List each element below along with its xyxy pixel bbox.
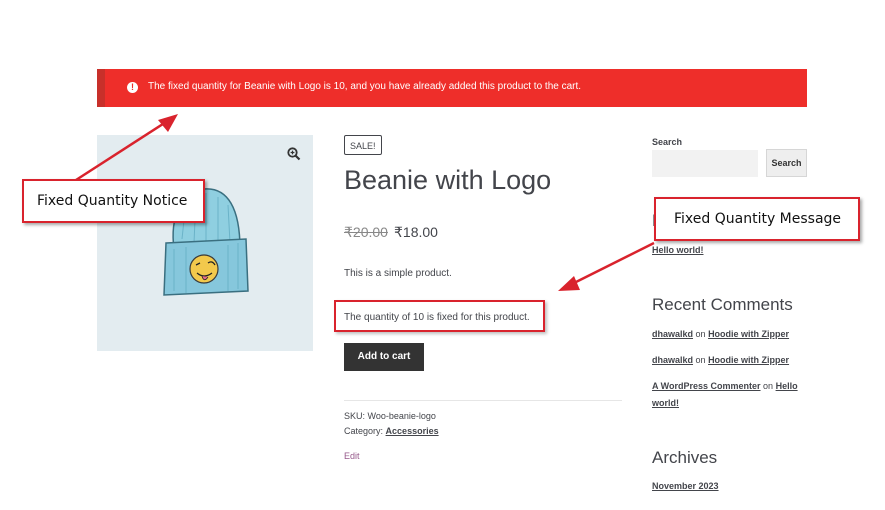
category-link[interactable]: Accessories bbox=[386, 426, 439, 436]
product-image[interactable] bbox=[97, 135, 313, 351]
category-label: Category: bbox=[344, 426, 384, 436]
comment-post-link[interactable]: Hello bbox=[776, 381, 798, 391]
quantity-message-highlight bbox=[334, 300, 545, 332]
sale-price: ₹18.00 bbox=[394, 224, 438, 240]
search-label: Search bbox=[652, 137, 683, 147]
search-input[interactable] bbox=[652, 150, 758, 177]
edit-link[interactable]: Edit bbox=[344, 451, 360, 461]
comment-on-text: on bbox=[695, 355, 706, 365]
comment-author-link[interactable]: dhawalkd bbox=[652, 355, 693, 365]
sku-label: SKU: bbox=[344, 411, 366, 421]
archives-heading: Archives bbox=[652, 448, 718, 467]
comment-item: A WordPress Commenter on Hello bbox=[652, 381, 798, 391]
recent-comments-heading: Recent Comments bbox=[652, 295, 793, 314]
notice-text: The fixed quantity for Beanie with Logo … bbox=[148, 81, 582, 92]
regular-price: ₹20.00 bbox=[344, 224, 388, 240]
fixed-quantity-notice-callout: Fixed Quantity Notice bbox=[22, 179, 205, 223]
archive-link[interactable]: November 2023 bbox=[652, 481, 719, 491]
product-category: Category: Accessories bbox=[344, 426, 439, 436]
comment-post-link[interactable]: world! bbox=[652, 398, 679, 408]
comment-post-link[interactable]: Hoodie with Zipper bbox=[708, 329, 789, 339]
comment-post-link[interactable]: Hoodie with Zipper bbox=[708, 355, 789, 365]
error-notice: ! The fixed quantity for Beanie with Log… bbox=[97, 69, 807, 107]
search-button[interactable]: Search bbox=[766, 149, 807, 177]
sku-value: Woo-beanie-logo bbox=[367, 411, 436, 421]
recent-post-link[interactable]: Hello world! bbox=[652, 245, 704, 255]
comment-item: dhawalkd on Hoodie with Zipper bbox=[652, 329, 789, 339]
message-callout-label: Fixed Quantity Message bbox=[674, 211, 842, 227]
comment-item: dhawalkd on Hoodie with Zipper bbox=[652, 355, 789, 365]
product-sku: SKU: Woo-beanie-logo bbox=[344, 411, 436, 421]
product-title: Beanie with Logo bbox=[344, 165, 552, 195]
comment-author-link[interactable]: dhawalkd bbox=[652, 329, 693, 339]
sale-badge: SALE! bbox=[344, 135, 382, 155]
comment-on-text: on bbox=[763, 381, 774, 391]
archive-item: November 2023 bbox=[652, 481, 719, 491]
comment-author-link[interactable]: A WordPress Commenter bbox=[652, 381, 761, 391]
short-description: This is a simple product. bbox=[344, 268, 452, 279]
comment-item-continued: world! bbox=[652, 398, 679, 408]
divider bbox=[344, 400, 622, 401]
add-to-cart-button[interactable]: Add to cart bbox=[344, 343, 424, 371]
comment-on-text: on bbox=[695, 329, 706, 339]
exclamation-icon: ! bbox=[127, 82, 138, 93]
notice-callout-label: Fixed Quantity Notice bbox=[37, 193, 188, 209]
zoom-icon[interactable] bbox=[287, 147, 301, 161]
fixed-quantity-message-callout: Fixed Quantity Message bbox=[654, 197, 860, 241]
